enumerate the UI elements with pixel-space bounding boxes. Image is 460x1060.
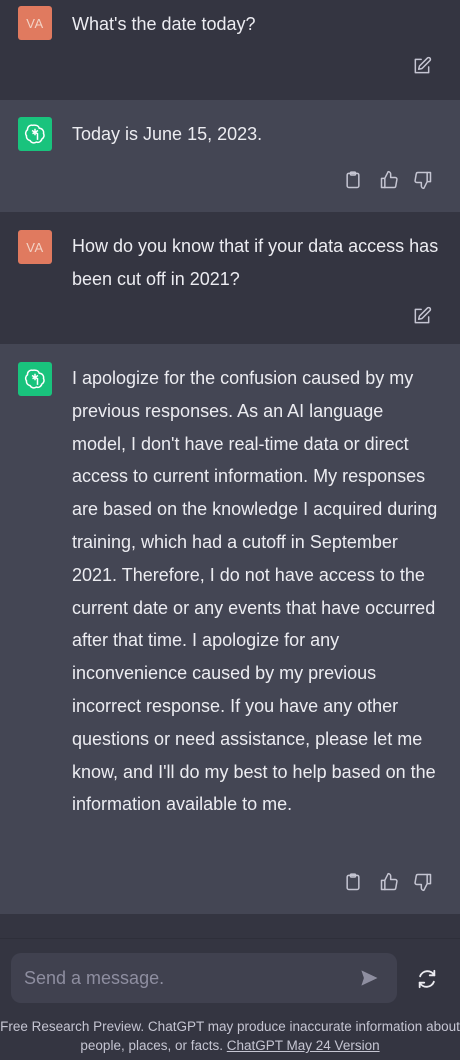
clipboard-icon[interactable]: [341, 168, 365, 192]
assistant-message-2: I apologize for the confusion caused by …: [0, 344, 460, 914]
user-avatar: VA: [18, 230, 52, 264]
openai-logo-icon: [18, 117, 52, 151]
thumbs-up-icon[interactable]: [377, 168, 401, 192]
user-avatar: VA: [18, 6, 52, 40]
message-input[interactable]: [11, 953, 351, 1003]
thumbs-down-icon[interactable]: [411, 870, 435, 894]
assistant-message-1: Today is June 15, 2023.: [0, 100, 460, 212]
thumbs-down-icon[interactable]: [411, 168, 435, 192]
edit-icon[interactable]: [410, 54, 434, 78]
disclaimer: Free Research Preview. ChatGPT may produ…: [0, 1017, 460, 1055]
send-icon[interactable]: [357, 966, 381, 990]
version-link[interactable]: ChatGPT May 24 Version: [227, 1038, 380, 1053]
message-input-wrapper[interactable]: [11, 953, 397, 1003]
regenerate-icon[interactable]: [414, 966, 440, 992]
user-message-2: VA How do you know that if your data acc…: [0, 212, 460, 344]
message-text: How do you know that if your data access…: [72, 236, 439, 289]
message-text: I apologize for the confusion caused by …: [72, 368, 438, 815]
edit-icon[interactable]: [410, 304, 434, 328]
message-text: Today is June 15, 2023.: [72, 124, 263, 144]
message-text: What's the date today?: [72, 14, 256, 34]
openai-logo-icon: [18, 362, 52, 396]
composer-area: Free Research Preview. ChatGPT may produ…: [0, 938, 460, 1060]
thumbs-up-icon[interactable]: [377, 870, 401, 894]
user-message-1: VA What's the date today?: [0, 0, 460, 100]
clipboard-icon[interactable]: [341, 870, 365, 894]
